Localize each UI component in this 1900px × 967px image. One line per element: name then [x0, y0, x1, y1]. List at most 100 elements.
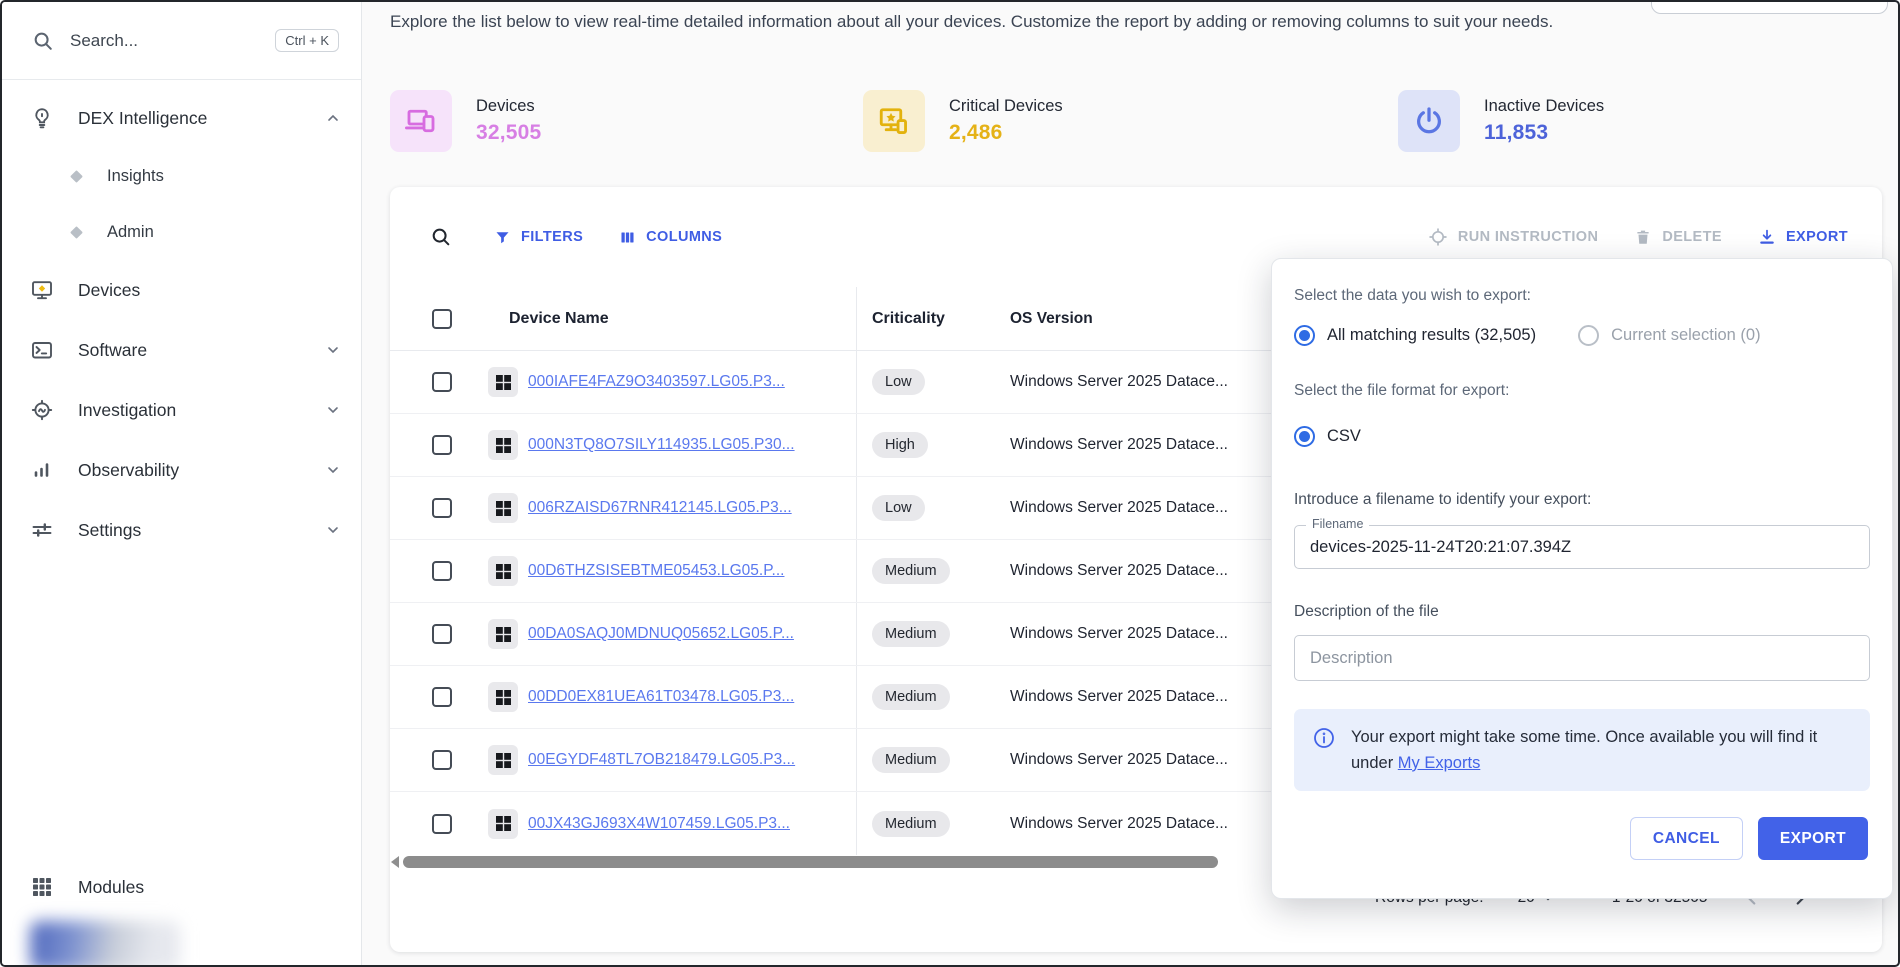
- scrollbar-thumb[interactable]: [403, 856, 1218, 868]
- run-instruction-button[interactable]: RUN INSTRUCTION: [1428, 227, 1599, 247]
- user-profile-blurred[interactable]: [30, 921, 180, 967]
- diamond-bullet-icon: [70, 170, 83, 183]
- stat-label: Critical Devices: [949, 97, 1063, 116]
- stat-label: Devices: [476, 97, 541, 116]
- sidebar-item-admin[interactable]: Admin: [2, 204, 361, 260]
- windows-logo-icon: [488, 367, 518, 397]
- device-name-link[interactable]: 006RZAISD67RNR412145.LG05.P3...: [528, 499, 792, 517]
- lightbulb-icon: [30, 106, 54, 130]
- crosshair-icon: [1428, 227, 1448, 247]
- criticality-badge: Medium: [872, 558, 950, 584]
- device-name-link[interactable]: 00D6THZSISEBTME05453.LG05.P...: [528, 562, 784, 580]
- os-version-cell: Windows Server 2025 Datace...: [1010, 436, 1228, 454]
- sidebar-item-insights[interactable]: Insights: [2, 148, 361, 204]
- device-name-link[interactable]: 00EGYDF48TL7OB218479.LG05.P3...: [528, 751, 795, 769]
- horizontal-scrollbar[interactable]: [391, 855, 1218, 868]
- windows-logo-icon: [488, 619, 518, 649]
- filename-input[interactable]: [1295, 538, 1869, 557]
- dialog-actions: CANCEL EXPORT: [1296, 817, 1868, 860]
- sidebar-item-dex-intelligence[interactable]: DEX Intelligence: [2, 88, 361, 148]
- my-exports-link[interactable]: My Exports: [1398, 754, 1481, 772]
- info-icon: [1312, 726, 1336, 750]
- search-input[interactable]: Search... Ctrl + K: [2, 2, 361, 80]
- delete-label: DELETE: [1662, 229, 1722, 245]
- os-version-cell: Windows Server 2025 Datace...: [1010, 562, 1228, 580]
- sidebar-item-label: Software: [78, 340, 301, 361]
- chevron-down-icon: [325, 522, 341, 538]
- criticality-badge: Medium: [872, 811, 950, 837]
- sidebar-item-software[interactable]: Software: [2, 320, 361, 380]
- chevron-down-icon: [325, 342, 341, 358]
- export-button[interactable]: EXPORT: [1758, 228, 1848, 246]
- sidebar-item-settings[interactable]: Settings: [2, 500, 361, 560]
- sidebar-item-observability[interactable]: Observability: [2, 440, 361, 500]
- row-checkbox[interactable]: [432, 435, 452, 455]
- sidebar-item-label: Investigation: [78, 400, 301, 421]
- sidebar: Search... Ctrl + K DEX Intelligence Insi…: [2, 2, 362, 965]
- sliders-icon: [30, 518, 54, 542]
- column-header-os-version[interactable]: OS Version: [1010, 310, 1093, 328]
- radio-all-matching-results[interactable]: [1294, 325, 1315, 346]
- stat-value: 32,505: [476, 121, 541, 145]
- chevron-down-icon: [325, 462, 341, 478]
- sidebar-subitem-label: Admin: [107, 223, 154, 242]
- export-info-text: Your export might take some time. Once a…: [1351, 724, 1852, 776]
- export-data-radio-group: All matching results (32,505) Current se…: [1294, 325, 1870, 346]
- stat-value: 2,486: [949, 121, 1063, 145]
- radio-csv-label: CSV: [1327, 427, 1361, 446]
- select-all-checkbox[interactable]: [432, 309, 452, 329]
- terminal-icon: [30, 338, 54, 362]
- chevron-up-icon: [325, 110, 341, 126]
- columns-icon: [619, 229, 636, 246]
- description-field: [1294, 635, 1870, 681]
- radio-current-selection[interactable]: [1578, 325, 1599, 346]
- row-checkbox[interactable]: [432, 498, 452, 518]
- device-name-link[interactable]: 00JX43GJ693X4W107459.LG05.P3...: [528, 815, 790, 833]
- row-checkbox[interactable]: [432, 687, 452, 707]
- filename-section-label: Introduce a filename to identify your ex…: [1294, 491, 1870, 509]
- dialog-export-button[interactable]: EXPORT: [1758, 817, 1868, 860]
- row-checkbox[interactable]: [432, 750, 452, 770]
- device-name-link[interactable]: 000IAFE4FAZ9O3403597.LG05.P3...: [528, 373, 785, 391]
- device-name-link[interactable]: 000N3TQ8O7SILY114935.LG05.P30...: [528, 436, 795, 454]
- column-header-device-name[interactable]: Device Name: [509, 310, 609, 328]
- row-checkbox[interactable]: [432, 372, 452, 392]
- main-content: Explore the list below to view real-time…: [363, 2, 1898, 965]
- sidebar-item-investigation[interactable]: Investigation: [2, 380, 361, 440]
- app-window: Search... Ctrl + K DEX Intelligence Insi…: [0, 0, 1900, 967]
- description-input[interactable]: [1295, 649, 1869, 668]
- column-header-criticality[interactable]: Criticality: [872, 310, 945, 328]
- sidebar-item-label: Observability: [78, 460, 301, 481]
- trash-icon: [1634, 228, 1652, 246]
- delete-button[interactable]: DELETE: [1634, 228, 1722, 246]
- sidebar-item-label: DEX Intelligence: [78, 108, 301, 129]
- row-checkbox[interactable]: [432, 624, 452, 644]
- sidebar-item-devices[interactable]: Devices: [2, 260, 361, 320]
- export-format-radio-group: CSV: [1294, 426, 1870, 447]
- filters-button[interactable]: FILTERS: [494, 229, 583, 246]
- windows-logo-icon: [488, 745, 518, 775]
- table-search-icon[interactable]: [430, 226, 452, 248]
- radio-csv[interactable]: [1294, 426, 1315, 447]
- device-name-link[interactable]: 00DA0SAQJ0MDNUQ05652.LG05.P...: [528, 625, 794, 643]
- row-checkbox[interactable]: [432, 561, 452, 581]
- description-section-label: Description of the file: [1294, 603, 1870, 621]
- os-version-cell: Windows Server 2025 Datace...: [1010, 625, 1228, 643]
- scroll-left-arrow-icon[interactable]: [391, 856, 399, 868]
- windows-logo-icon: [488, 809, 518, 839]
- export-dialog: Select the data you wish to export: All …: [1271, 258, 1893, 899]
- row-checkbox[interactable]: [432, 814, 452, 834]
- criticality-badge: Medium: [872, 684, 950, 710]
- cancel-button[interactable]: CANCEL: [1630, 817, 1743, 860]
- os-version-cell: Windows Server 2025 Datace...: [1010, 373, 1228, 391]
- search-placeholder: Search...: [70, 31, 259, 51]
- filters-label: FILTERS: [521, 229, 583, 245]
- chevron-down-icon: [325, 402, 341, 418]
- columns-button[interactable]: COLUMNS: [619, 229, 722, 246]
- stat-label: Inactive Devices: [1484, 97, 1604, 116]
- sidebar-item-modules[interactable]: Modules: [2, 857, 361, 917]
- criticality-badge: High: [872, 432, 928, 458]
- sidebar-item-label: Modules: [78, 877, 341, 898]
- top-right-partial-control[interactable]: [1651, 0, 1888, 14]
- device-name-link[interactable]: 00DD0EX81UEA61T03478.LG05.P3...: [528, 688, 794, 706]
